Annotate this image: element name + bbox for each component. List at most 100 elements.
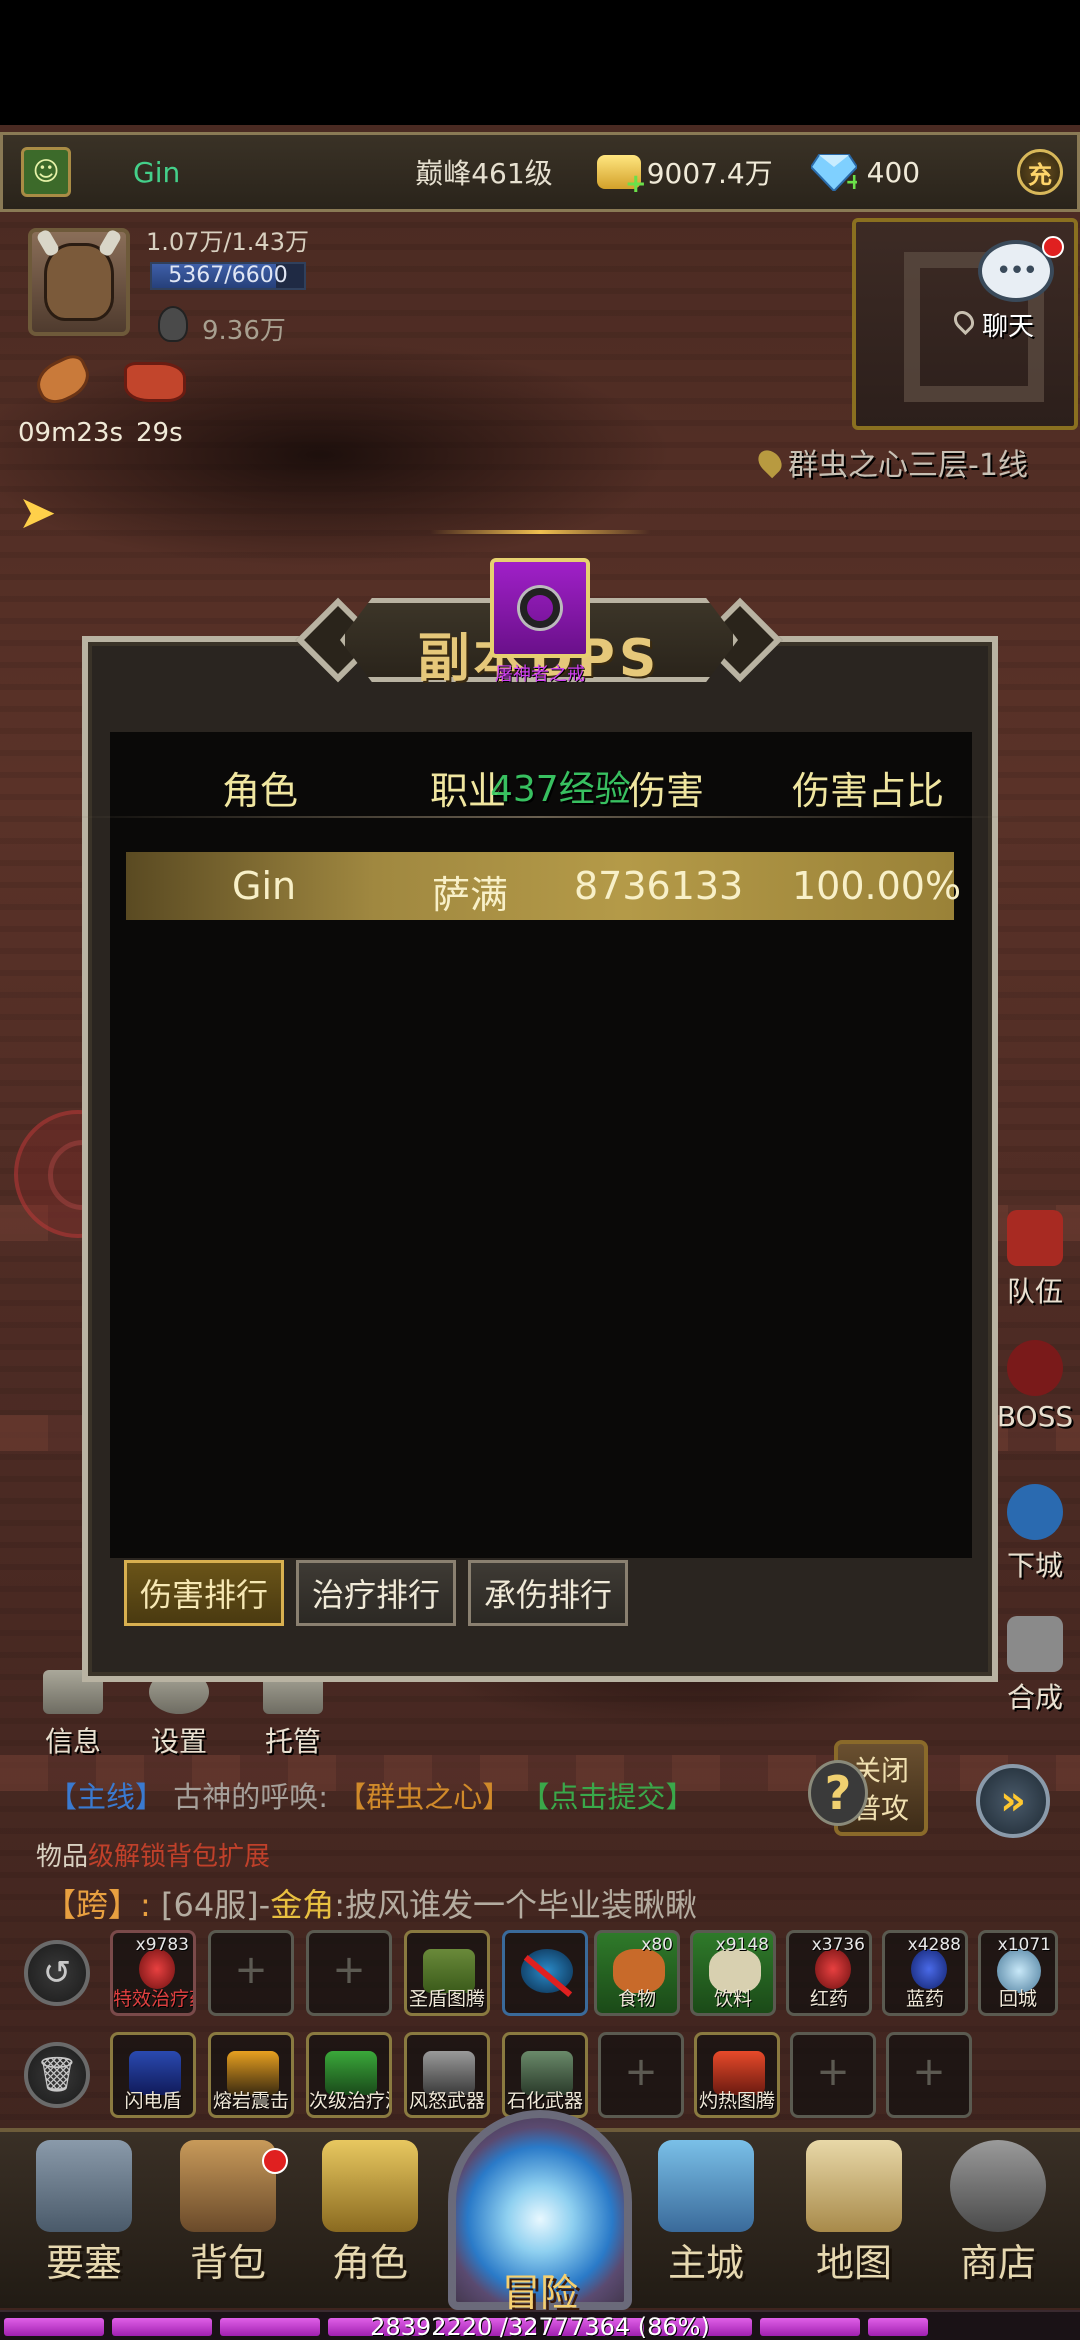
top-status-bar: ☺ Gin 巅峰461级 9007.4万 + 400 充 <box>0 132 1080 212</box>
quest-submit-link[interactable]: 【点击提交】 <box>520 1780 694 1814</box>
tab-heal-rank[interactable]: 治疗排行 <box>296 1560 456 1626</box>
notification-dot <box>262 2148 288 2174</box>
settings-button[interactable]: 设置 <box>134 1670 224 1760</box>
player-level: 巅峰461级 <box>415 157 553 190</box>
skillslot-empty[interactable] <box>886 2032 972 2118</box>
gem-amount: 400 <box>866 155 921 189</box>
expand-arrow-icon[interactable]: ➤ <box>18 489 70 535</box>
skill-searing-totem[interactable]: 灼热图腾 <box>694 2032 780 2118</box>
scroll-map-icon <box>806 2140 902 2232</box>
nav-main-city[interactable]: 主城 <box>646 2140 766 2287</box>
main-quest-tracker[interactable]: 【主线】 古神的呼唤: 【群虫之心】 【点击提交】 <box>48 1774 828 1816</box>
auto-button[interactable]: 托管 <box>248 1670 338 1760</box>
player-name: Gin <box>133 155 181 189</box>
chat-label: 聊天 <box>982 312 1035 342</box>
row-damage: 8736133 <box>574 864 744 908</box>
skill-lesser-heal[interactable]: 次级治疗波 <box>306 2032 392 2118</box>
quickslot-empty[interactable] <box>306 1930 392 2016</box>
buff-timer: 09m23s <box>18 418 124 448</box>
location-label[interactable]: 群虫之心三层-1线 <box>753 440 1028 484</box>
quickslot-food[interactable]: x80 食物 <box>594 1930 680 2016</box>
experience-text: 28392220 /32777364 (86%) <box>370 2313 710 2340</box>
svg-text:+: + <box>845 170 857 191</box>
skillslot-empty[interactable] <box>790 2032 876 2118</box>
hp-value: 1.07万/1.43万 <box>146 228 309 256</box>
nav-map[interactable]: 地图 <box>794 2140 914 2287</box>
boss-button[interactable]: BOSS <box>990 1340 1080 1433</box>
team-flag-icon <box>1007 1210 1063 1266</box>
skill-rockbiter-weapon[interactable]: 石化武器 <box>502 2032 588 2118</box>
chat-sender[interactable]: 金角 <box>270 1886 334 1924</box>
horned-helmet-icon <box>44 243 114 321</box>
chat-server: [64服]- <box>160 1886 271 1924</box>
nav-character[interactable]: 角色 <box>310 2140 430 2287</box>
player-portrait[interactable] <box>28 228 130 336</box>
header-damage: 伤害 <box>628 769 705 813</box>
quickslot-heal-potion[interactable]: x9783 特效治疗药 <box>110 1930 196 2016</box>
skill-lightning-shield[interactable]: 闪电盾 <box>110 2032 196 2118</box>
nav-fortress[interactable]: 要塞 <box>24 2140 144 2287</box>
exp-gain-popup: 437经验 <box>490 769 631 810</box>
nav-shop[interactable]: 商店 <box>938 2140 1058 2287</box>
loot-item[interactable] <box>490 558 590 658</box>
chat-text: :披风谁发一个毕业装瞅瞅 <box>334 1886 698 1924</box>
next-arrow-button[interactable]: » <box>976 1764 1050 1838</box>
chat-message[interactable]: 【跨】: [64服]-金角:披风谁发一个毕业装瞅瞅 <box>44 1880 697 1926</box>
table-row[interactable]: Gin 萨满 8736133 100.00% <box>126 852 961 920</box>
ring-icon <box>520 588 560 628</box>
helmet-icon <box>322 2140 418 2232</box>
diamond-icon[interactable]: + <box>809 153 863 195</box>
quickslot-return-town[interactable]: x1071 回城 <box>978 1930 1058 2016</box>
row-share: 100.00% <box>792 864 962 908</box>
player-avatar-small[interactable]: ☺ <box>21 147 71 197</box>
experience-bar: 28392220 /32777364 (86%) <box>0 2310 1080 2340</box>
header-divider <box>50 816 1030 818</box>
buff-timer: 29s <box>136 418 183 448</box>
swirl-portal-icon <box>1007 1484 1063 1540</box>
tab-tank-rank[interactable]: 承伤排行 <box>468 1560 628 1626</box>
quest-target: 【群虫之心】 <box>337 1780 512 1814</box>
chat-button[interactable]: ••• 聊天 <box>968 236 1064 342</box>
recharge-button[interactable]: 充 <box>1017 149 1063 195</box>
roast-meat-icon[interactable] <box>30 350 102 410</box>
skill-lava-shock[interactable]: 熔岩震击 <box>208 2032 294 2118</box>
mp-bar: 5367/6600 <box>150 262 306 290</box>
steak-icon[interactable] <box>124 352 190 410</box>
quickslot-totem[interactable]: 圣盾图腾 <box>404 1930 490 2016</box>
boss-skull-icon <box>1007 1340 1063 1396</box>
swap-bar-icon[interactable]: ↺ <box>24 1940 90 2006</box>
quickslot-blue-potion[interactable]: x4288 蓝药 <box>882 1930 968 2016</box>
gold-icon[interactable] <box>596 155 647 199</box>
quickslot-red-potion[interactable]: x3736 红药 <box>786 1930 872 2016</box>
location-name: 群虫之心三层-1线 <box>788 448 1028 483</box>
anvil-hammer-icon <box>1007 1616 1063 1672</box>
backpack-icon <box>180 2140 276 2232</box>
row-class: 萨满 <box>432 873 509 917</box>
notification-dot <box>1042 236 1064 258</box>
help-icon[interactable]: ? <box>808 1760 868 1826</box>
craft-button[interactable]: 合成 <box>990 1616 1080 1716</box>
castle-icon <box>36 2140 132 2232</box>
nav-adventure-label[interactable]: 冒险 <box>474 2262 606 2317</box>
header-share: 伤害占比 <box>792 769 945 813</box>
system-message: 物品级解锁背包扩展 <box>36 1842 271 1872</box>
quest-tag: 【主线】 <box>48 1780 165 1814</box>
trash-icon[interactable]: 🗑 <box>24 2042 90 2108</box>
header-role: 角色 <box>222 769 299 813</box>
team-button[interactable]: 队伍 <box>990 1210 1080 1310</box>
tab-damage-rank[interactable]: 伤害排行 <box>124 1560 284 1626</box>
mp-value: 5367/6600 <box>168 263 288 288</box>
skillslot-empty[interactable] <box>598 2032 684 2118</box>
skill-windfury-weapon[interactable]: 风怒武器 <box>404 2032 490 2118</box>
quickslot-drink[interactable]: x9148 饮料 <box>690 1930 776 2016</box>
quest-name: 古神的呼唤: <box>173 1780 329 1814</box>
quickslot-empty[interactable] <box>208 1930 294 2016</box>
info-button[interactable]: 信息 <box>28 1670 118 1760</box>
downtown-button[interactable]: 下城 <box>990 1484 1080 1584</box>
combat-power-icon <box>158 306 188 342</box>
quickslot-disabled-skill[interactable] <box>502 1930 588 2016</box>
row-name: Gin <box>232 864 297 908</box>
main-city-icon <box>658 2140 754 2232</box>
loot-glow <box>430 530 650 534</box>
chat-channel: 【跨】: <box>44 1886 151 1924</box>
